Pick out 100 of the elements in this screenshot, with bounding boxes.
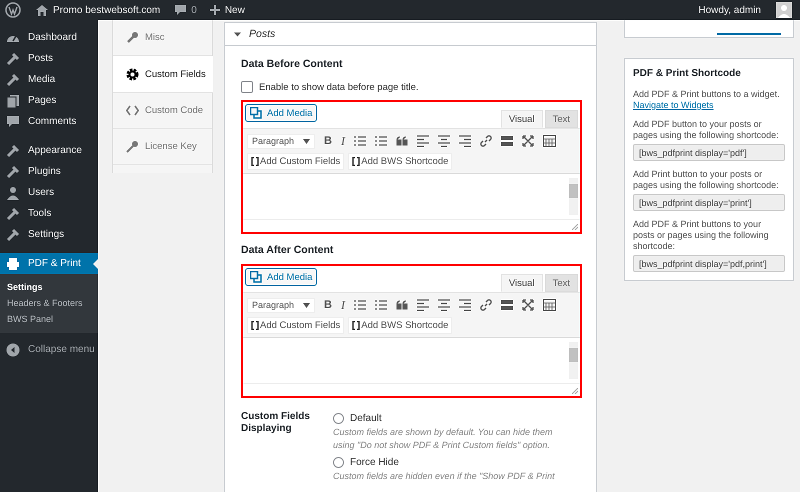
submenu-item[interactable]: BWS Panel [0, 311, 98, 327]
radio-button[interactable] [333, 412, 344, 424]
add-media-button[interactable]: Add Media [245, 104, 318, 122]
format-select[interactable]: Paragraph [247, 298, 315, 312]
menu-item[interactable]: Posts [0, 48, 98, 69]
align-center-icon[interactable] [438, 135, 450, 147]
checkbox[interactable] [241, 81, 253, 93]
insert-button[interactable]: Add BWS Shortcode [348, 316, 452, 334]
speech-bubble-icon [6, 114, 20, 128]
bullet-list-icon[interactable] [354, 135, 366, 147]
radio-label: Default [350, 412, 382, 424]
home-icon [36, 4, 48, 16]
box-title: PDF & Print Shortcode [633, 68, 742, 79]
editor-mode-tab[interactable]: Text [544, 110, 578, 128]
link-icon[interactable] [480, 135, 492, 147]
insert-button[interactable]: Add Custom Fields [247, 316, 344, 334]
menu-item[interactable]: Users [0, 182, 98, 203]
brackets-icon [352, 320, 360, 330]
shortcode-field[interactable]: [bws_pdfprint display='pdf'] [633, 144, 785, 161]
editor-mode-tab[interactable]: Visual [500, 274, 543, 292]
printer-icon [6, 256, 20, 270]
caret-icon [303, 138, 310, 144]
menu-item[interactable]: Plugins [0, 161, 98, 182]
settings-tab[interactable]: License Key [113, 129, 212, 165]
numbered-list-icon[interactable] [374, 299, 387, 311]
radio-button[interactable] [333, 456, 344, 468]
widgets-link[interactable]: Navigate to Widgets [633, 100, 714, 110]
radio-label: Force Hide [350, 456, 399, 468]
submenu-item[interactable]: Settings [0, 279, 98, 295]
align-center-icon[interactable] [438, 299, 450, 311]
resize-handle-icon[interactable] [572, 224, 578, 230]
editor-mode-tab[interactable]: Visual [500, 110, 543, 128]
menu-item[interactable]: Media [0, 69, 98, 90]
section-header[interactable]: Posts [225, 23, 596, 46]
gear-icon [126, 68, 139, 80]
scrollbar[interactable] [569, 178, 578, 215]
menu-item[interactable]: Pages [0, 90, 98, 111]
toolbar-toggle-icon[interactable] [542, 299, 556, 311]
avatar-icon [776, 2, 792, 18]
insert-button[interactable]: Add Custom Fields [247, 152, 344, 170]
option-description: Custom fields are shown by default. You can hide them using "Do not show PDF & Print Custom fields" option. [333, 426, 554, 452]
link-icon[interactable] [480, 299, 492, 311]
numbered-list-icon[interactable] [374, 135, 387, 147]
logo-icon[interactable] [5, 2, 21, 18]
settings-tab[interactable]: Custom Fields [113, 56, 213, 93]
person-icon [6, 186, 20, 200]
resize-handle-icon[interactable] [572, 388, 578, 394]
quote-icon[interactable] [396, 299, 408, 311]
menu-item[interactable]: Dashboard [0, 27, 98, 48]
editor-mode-tab[interactable]: Text [544, 274, 578, 292]
toolbar-toggle-icon[interactable] [542, 135, 556, 147]
comment-count[interactable]: 0 [191, 4, 197, 16]
brackets-icon [251, 320, 259, 330]
bold-button[interactable]: B [324, 135, 332, 147]
align-left-icon[interactable] [416, 135, 429, 147]
italic-button[interactable]: I [340, 298, 345, 312]
brackets-icon [251, 156, 259, 166]
pages-icon [6, 94, 20, 108]
shortcode-field[interactable]: [bws_pdfprint display='pdf,print'] [633, 255, 785, 272]
option-description: Custom fields are hidden even if the "Show PDF & Print [333, 470, 556, 483]
menu-item[interactable]: PDF & Print [0, 253, 98, 274]
menu-item[interactable]: Settings [0, 224, 98, 245]
settings-tab[interactable]: Custom Code [113, 93, 212, 129]
key-icon [126, 140, 139, 153]
greeting-link[interactable]: Howdy, admin [698, 4, 761, 16]
insert-button[interactable]: Add BWS Shortcode [348, 152, 452, 170]
submenu-item[interactable]: Headers & Footers [0, 295, 98, 311]
plus-icon [210, 5, 220, 15]
section-heading: Data After Content [241, 243, 334, 258]
field-label: Custom Fields Displaying [241, 411, 311, 436]
section-heading: Data Before Content [241, 57, 344, 72]
brackets-icon [352, 156, 360, 166]
fullscreen-icon[interactable] [522, 135, 534, 147]
quote-icon[interactable] [396, 135, 408, 147]
align-right-icon[interactable] [458, 135, 471, 147]
box-text: Add Print button to your posts or pages using the following shortcode: [633, 169, 780, 191]
italic-button[interactable]: I [340, 134, 345, 148]
read-more-icon[interactable] [500, 135, 513, 147]
box-text: Add PDF & Print buttons to your posts or pages using the following shortcode: [633, 219, 770, 252]
box-text: Add PDF & Print buttons to a widget. Navigate to Widgets [633, 89, 781, 111]
menu-item[interactable]: Tools [0, 203, 98, 224]
collapse-menu-button[interactable]: Collapse menu [0, 339, 98, 360]
align-left-icon[interactable] [416, 299, 429, 311]
format-select[interactable]: Paragraph [247, 134, 315, 148]
read-more-icon[interactable] [500, 299, 513, 311]
align-right-icon[interactable] [458, 299, 471, 311]
menu-item[interactable]: Comments [0, 111, 98, 132]
new-link[interactable]: New [224, 4, 245, 16]
checkbox-label: Enable to show data before page title. [259, 82, 419, 92]
speech-bubble-icon [175, 4, 186, 16]
scrollbar[interactable] [569, 342, 578, 379]
bold-button[interactable]: B [324, 299, 332, 311]
site-link[interactable]: Promo bestwebsoft.com [53, 4, 160, 16]
caret-icon [303, 302, 310, 308]
fullscreen-icon[interactable] [522, 299, 534, 311]
menu-item[interactable]: Appearance [0, 140, 98, 161]
bullet-list-icon[interactable] [354, 299, 366, 311]
shortcode-field[interactable]: [bws_pdfprint display='print'] [633, 194, 785, 211]
add-media-button[interactable]: Add Media [245, 268, 318, 286]
box-text: Add PDF button to your posts or pages using the following shortcode: [633, 119, 780, 141]
